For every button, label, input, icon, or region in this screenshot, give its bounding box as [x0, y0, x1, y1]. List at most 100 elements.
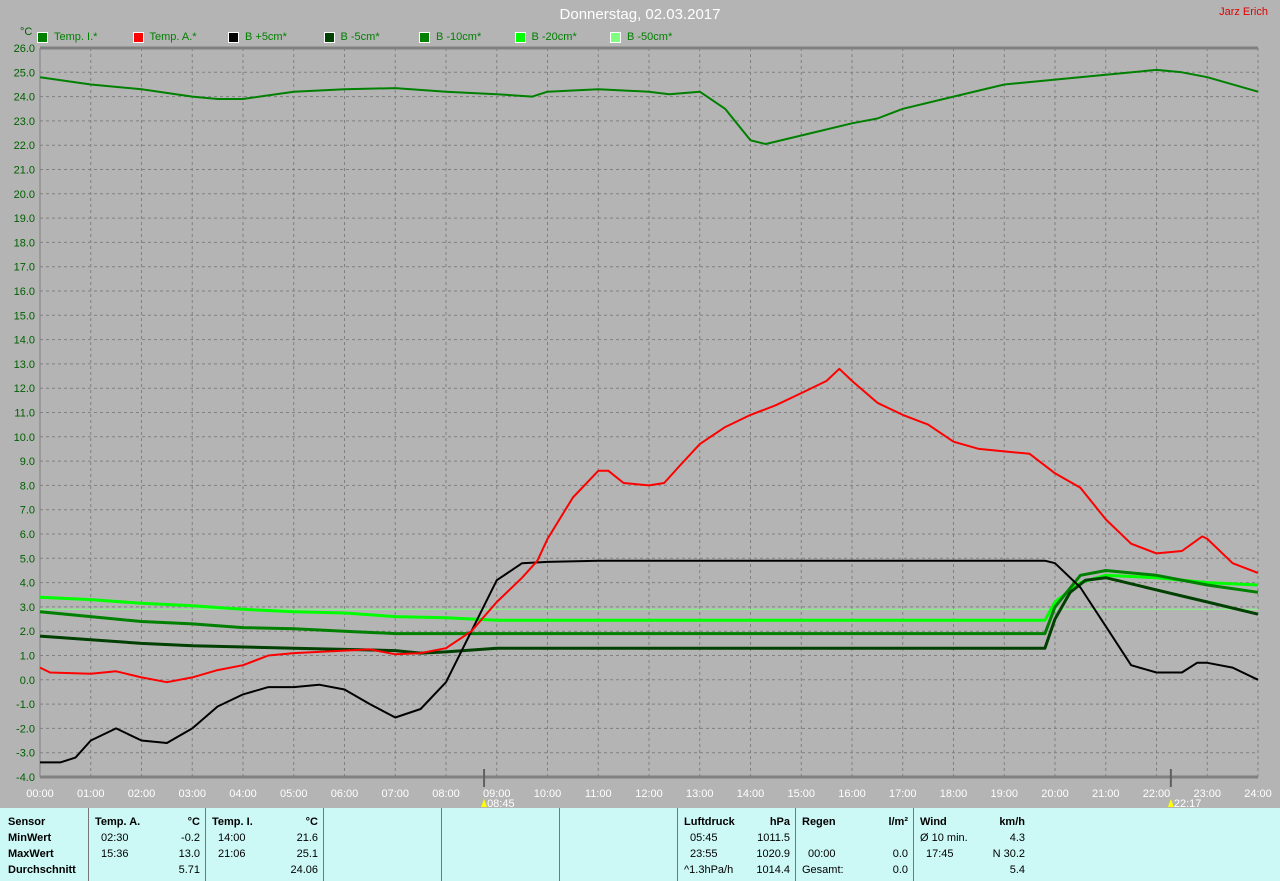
y-tick-label: 26.0 — [14, 43, 35, 55]
empty-column — [323, 808, 442, 881]
x-tick-label: 00:00 — [26, 788, 54, 800]
x-tick-label: 07:00 — [381, 788, 409, 800]
pressure-max-value: 1020.9 — [756, 848, 790, 860]
pressure-unit: hPa — [769, 816, 790, 828]
x-tick-label: 22:00 — [1143, 788, 1171, 800]
temp-i-min-value: 21.6 — [296, 832, 318, 844]
rain-unit: l/m² — [888, 816, 908, 828]
x-tick-label: 04:00 — [229, 788, 257, 800]
rain-value: 0.0 — [892, 848, 908, 860]
x-tick-label: 12:00 — [635, 788, 663, 800]
x-tick-label: 11:00 — [585, 788, 612, 800]
x-tick-label: 18:00 — [940, 788, 968, 800]
x-tick-label: 10:00 — [534, 788, 562, 800]
empty-column — [559, 808, 678, 881]
marker-label: 08:45 — [487, 798, 515, 808]
marker-label: 22:17 — [1174, 798, 1202, 808]
wind-avg-value: 4.3 — [1009, 832, 1025, 844]
temp-a-max-time: 15:36 — [101, 848, 129, 860]
x-tick-label: 15:00 — [787, 788, 815, 800]
x-tick-label: 01:00 — [77, 788, 105, 800]
temp-a-column: Temp. A. °C 02:30 -0.2 15:36 13.0 5.71 — [88, 808, 206, 881]
wind-gust-time: 17:45 — [926, 848, 954, 860]
y-tick-label: 20.0 — [14, 189, 35, 201]
y-tick-label: -4.0 — [16, 772, 35, 784]
x-tick-label: 14:00 — [737, 788, 765, 800]
header-sensor: Sensor — [8, 816, 46, 828]
x-tick-label: 20:00 — [1041, 788, 1069, 800]
x-tick-label: 02:00 — [128, 788, 156, 800]
y-tick-label: 21.0 — [14, 165, 35, 177]
sensor-column: Sensor MinWert MaxWert Durchschnitt — [0, 808, 89, 881]
wind-unit: km/h — [999, 816, 1025, 828]
temp-i-avg-value: 24.06 — [290, 864, 318, 876]
pressure-header: Luftdruck — [684, 816, 735, 828]
x-tick-label: 06:00 — [331, 788, 359, 800]
y-tick-label: 19.0 — [14, 213, 35, 225]
y-tick-label: 2.0 — [20, 626, 35, 638]
temp-a-unit: °C — [187, 816, 200, 828]
y-tick-label: 12.0 — [14, 383, 35, 395]
temp-a-max-value: 13.0 — [178, 848, 200, 860]
y-tick-label: 15.0 — [14, 310, 35, 322]
empty-column — [441, 808, 560, 881]
wind-avg-label: Ø 10 min. — [920, 832, 968, 844]
max-label: MaxWert — [8, 848, 54, 860]
temp-i-min-time: 14:00 — [218, 832, 246, 844]
rain-total-value: 0.0 — [892, 864, 908, 876]
pressure-max-time: 23:55 — [690, 848, 718, 860]
x-tick-label: 05:00 — [280, 788, 308, 800]
y-tick-label: 11.0 — [14, 408, 35, 420]
x-tick-label: 03:00 — [178, 788, 206, 800]
x-tick-label: 24:00 — [1244, 788, 1272, 800]
temp-i-max-time: 21:06 — [218, 848, 246, 860]
rain-time: 00:00 — [808, 848, 836, 860]
temp-a-min-value: -0.2 — [181, 832, 200, 844]
pressure-column: Luftdruck hPa 05:45 1011.5 23:55 1020.9 … — [677, 808, 796, 881]
y-tick-label: -3.0 — [16, 748, 35, 760]
x-tick-label: 19:00 — [990, 788, 1018, 800]
rain-header: Regen — [802, 816, 836, 828]
x-tick-label: 21:00 — [1092, 788, 1120, 800]
x-tick-label: 08:00 — [432, 788, 460, 800]
y-tick-label: 1.0 — [20, 651, 35, 663]
y-tick-label: 9.0 — [20, 456, 35, 468]
y-tick-label: 13.0 — [14, 359, 35, 371]
pressure-min-time: 05:45 — [690, 832, 718, 844]
x-tick-label: 13:00 — [686, 788, 714, 800]
pressure-min-value: 1011.5 — [757, 832, 790, 844]
wind-gust-value: N 30.2 — [992, 848, 1025, 860]
temperature-chart: 26.0 25.0 24.0 23.0 22.0 21.0 20.0 19.0 18.0 17.0… — [14, 43, 1272, 808]
y-tick-label: 5.0 — [20, 553, 35, 565]
wind-column: Wind km/h Ø 10 min. 4.3 17:45 N 30.2 5.4 — [913, 808, 1031, 881]
x-tick-label: 17:00 — [889, 788, 917, 800]
y-tick-label: 4.0 — [20, 578, 35, 590]
y-tick-label: 17.0 — [14, 262, 35, 274]
pressure-avg-value: 1014.4 — [756, 864, 790, 876]
y-tick-label: 18.0 — [14, 237, 35, 249]
temp-a-min-time: 02:30 — [101, 832, 129, 844]
rain-column: Regen l/m² 00:00 0.0 Gesamt: 0.0 — [795, 808, 914, 881]
y-tick-label: 16.0 — [14, 286, 35, 298]
y-tick-label: 23.0 — [14, 116, 35, 128]
y-tick-label: 22.0 — [14, 140, 35, 152]
avg-label: Durchschnitt — [8, 864, 76, 876]
y-tick-label: 7.0 — [20, 505, 35, 517]
y-tick-label: 6.0 — [20, 529, 35, 541]
y-tick-label: -2.0 — [16, 723, 35, 735]
rain-total-label: Gesamt: — [802, 864, 844, 876]
y-tick-label: 25.0 — [14, 67, 35, 79]
pressure-trend: ^1.3hPa/h — [684, 864, 734, 876]
y-tick-label: 8.0 — [20, 480, 35, 492]
temp-i-column: Temp. I. °C 14:00 21.6 21:06 25.1 24.06 — [205, 808, 324, 881]
temp-i-unit: °C — [305, 816, 318, 828]
y-tick-label: 0.0 — [20, 675, 35, 687]
y-tick-label: 10.0 — [14, 432, 35, 444]
y-tick-label: 3.0 — [20, 602, 35, 614]
wind-mean-value: 5.4 — [1009, 864, 1025, 876]
y-tick-label: 14.0 — [14, 335, 35, 347]
statistics-table: Sensor MinWert MaxWert Durchschnitt Temp… — [0, 808, 1280, 881]
x-tick-label: 16:00 — [838, 788, 866, 800]
temp-i-header: Temp. I. — [212, 816, 253, 828]
y-tick-label: -1.0 — [16, 699, 35, 711]
